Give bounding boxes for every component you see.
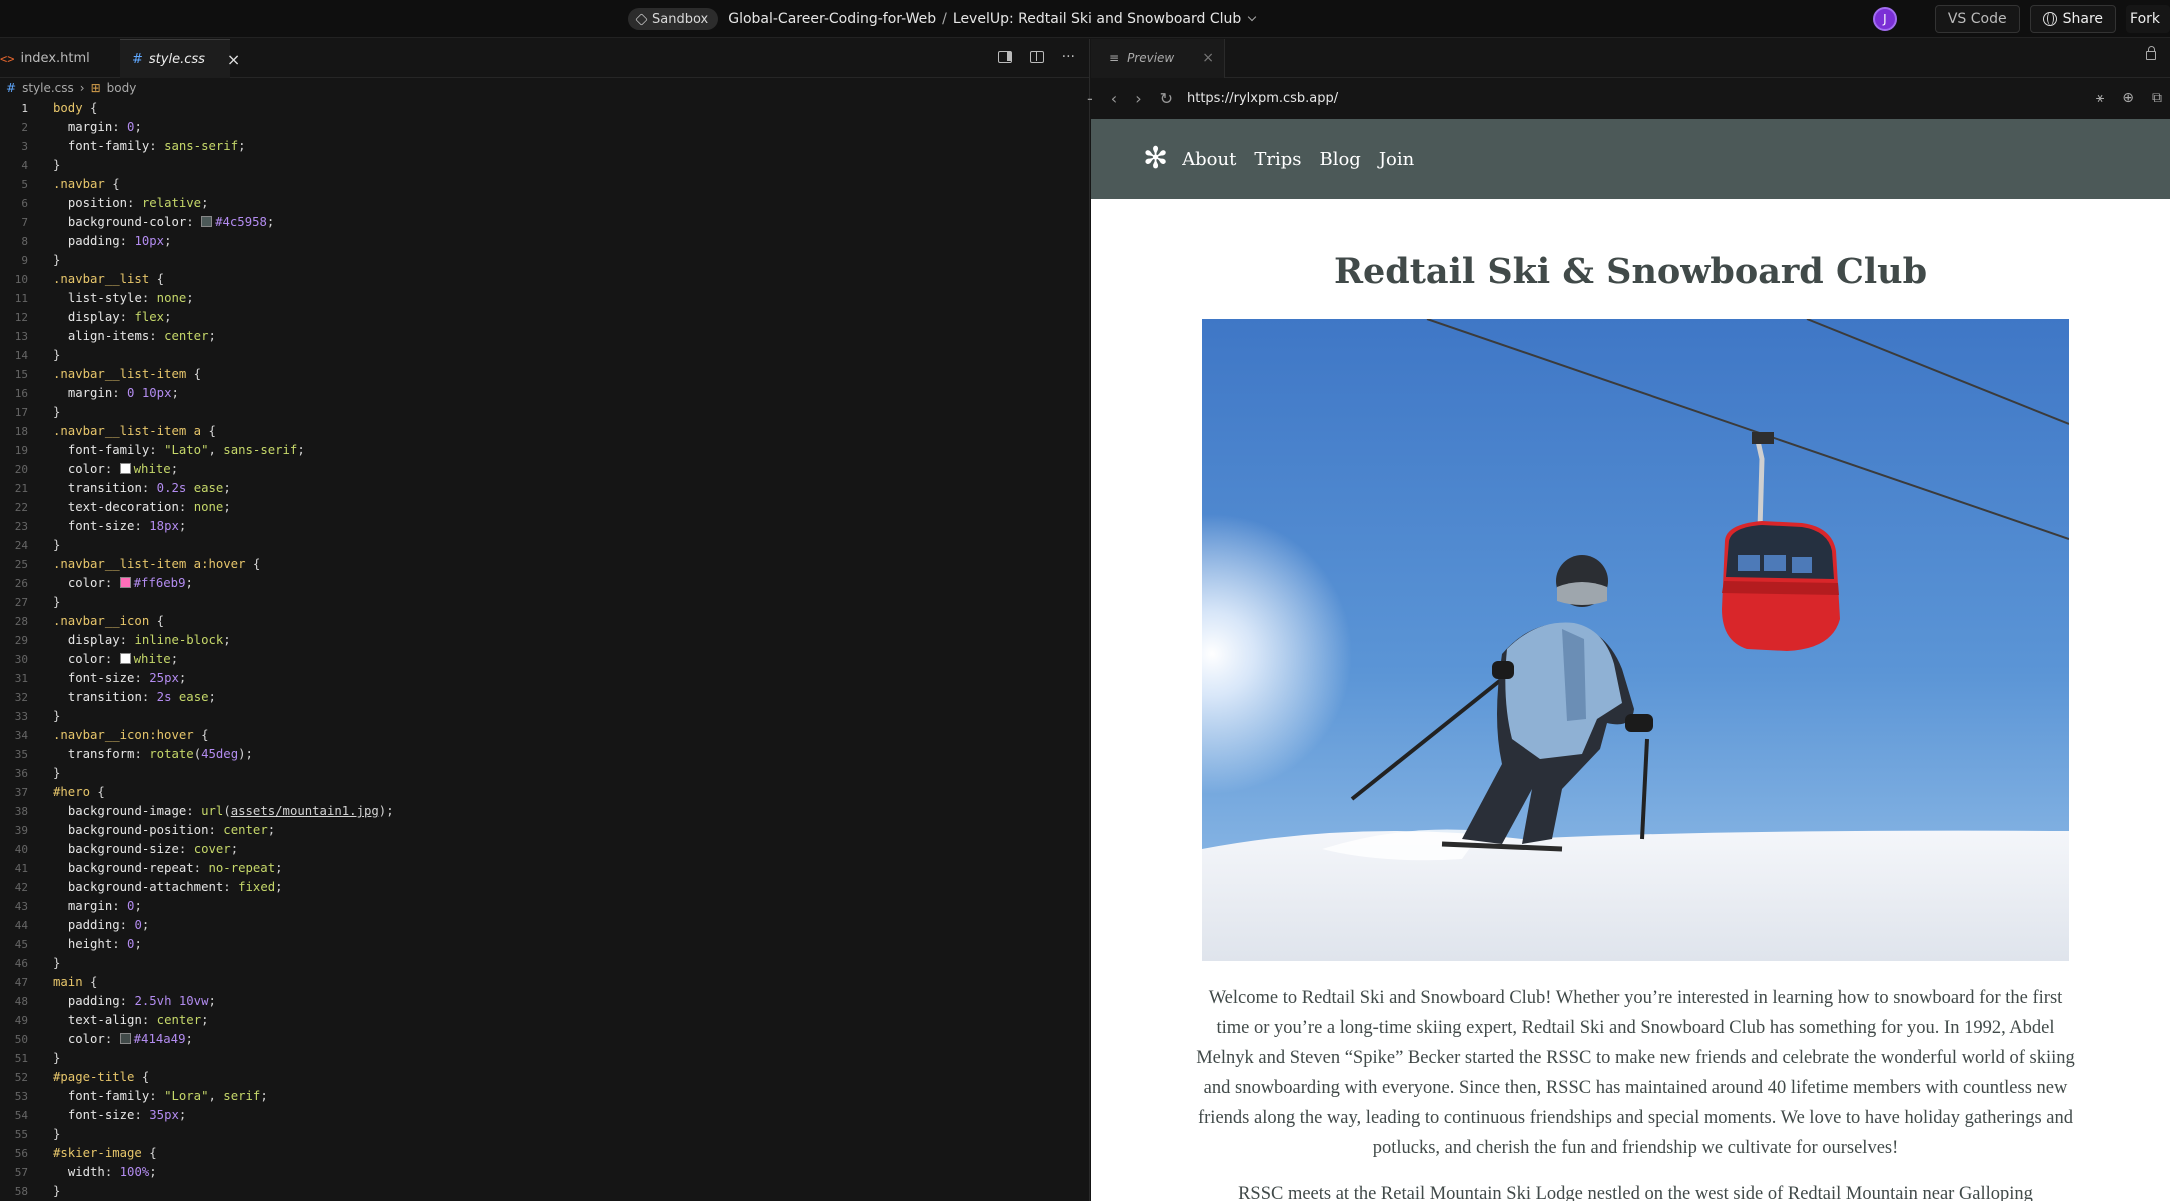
symbol-icon: ⊞ bbox=[90, 81, 101, 95]
breadcrumb-symbol[interactable]: body bbox=[107, 81, 137, 95]
intro-paragraph: Welcome to Redtail Ski and Snowboard Clu… bbox=[1196, 988, 2075, 1158]
tab-style-css[interactable]: # style.css × bbox=[120, 39, 240, 78]
snowflake-icon[interactable]: ✻ bbox=[1143, 144, 1168, 174]
css-file-icon: # bbox=[132, 51, 143, 67]
breadcrumb-file[interactable]: style.css bbox=[22, 81, 74, 95]
top-bar: Sandbox Global-Career-Coding-for-Web / L… bbox=[0, 0, 2170, 38]
close-icon[interactable]: × bbox=[1202, 50, 1214, 66]
tab-label: style.css bbox=[148, 51, 205, 67]
lock-icon[interactable] bbox=[2146, 46, 2156, 60]
nav-link-join[interactable]: Join bbox=[1379, 149, 1414, 170]
tab-index-html[interactable]: <> index.html bbox=[0, 39, 120, 78]
sandbox-label: Sandbox bbox=[652, 11, 709, 27]
inspect-icon[interactable]: ⊕ bbox=[2122, 90, 2134, 106]
nav-link-blog[interactable]: Blog bbox=[1319, 149, 1360, 170]
close-icon[interactable]: × bbox=[227, 50, 240, 69]
address-bar: - ‹ › ↻ https://rylxpm.csb.app/ ⚹ ⊕ ⧉ bbox=[1087, 78, 2170, 119]
skier-image bbox=[1202, 319, 2069, 961]
chevron-down-icon[interactable] bbox=[1248, 12, 1257, 22]
vscode-button[interactable]: VS Code bbox=[1934, 5, 2020, 33]
avatar[interactable]: J bbox=[1872, 7, 1897, 31]
url-input[interactable]: https://rylxpm.csb.app/ bbox=[1187, 91, 1338, 106]
preview-pane: ≡ Preview × - ‹ › ↻ https://rylxpm.csb.a… bbox=[1087, 38, 2170, 1201]
tab-label: index.html bbox=[20, 51, 90, 66]
back-icon[interactable]: ‹ bbox=[1111, 89, 1117, 108]
site-navbar: ✻ About Trips Blog Join bbox=[1091, 119, 2170, 199]
editor-tabs: <> index.html # style.css × ··· bbox=[0, 39, 1089, 78]
share-label: Share bbox=[2062, 11, 2104, 27]
tab-preview[interactable]: ≡ Preview × bbox=[1091, 38, 1225, 78]
code-editor: <> index.html # style.css × ··· # style.… bbox=[0, 39, 1090, 1201]
preview-tab-label: Preview bbox=[1127, 51, 1175, 65]
magic-icon[interactable]: ⚹ bbox=[2096, 90, 2104, 106]
rendered-site: ✻ About Trips Blog Join Redtail Ski & Sn… bbox=[1091, 119, 2170, 1201]
share-button[interactable]: Share bbox=[2029, 5, 2117, 33]
code-area[interactable]: 1 body { 2 margin: 0; 3 font-family: sans… bbox=[0, 99, 1090, 1201]
project-breadcrumb: Sandbox Global-Career-Coding-for-Web / L… bbox=[628, 8, 1257, 30]
nav-link-about[interactable]: About bbox=[1182, 149, 1236, 170]
open-external-icon[interactable]: ⧉ bbox=[2152, 90, 2162, 106]
forward-icon[interactable]: › bbox=[1135, 89, 1141, 108]
page-title: Redtail Ski & Snowboard Club bbox=[1333, 251, 1928, 292]
collapse-icon[interactable]: - bbox=[1087, 89, 1093, 108]
globe-icon bbox=[2042, 12, 2057, 26]
workspace-link[interactable]: Global-Career-Coding-for-Web bbox=[728, 11, 936, 27]
nav-link-trips[interactable]: Trips bbox=[1254, 149, 1301, 170]
fork-button[interactable]: Fork bbox=[2126, 5, 2170, 33]
preview-icon: ≡ bbox=[1109, 51, 1120, 65]
breadcrumb: # style.css › ⊞ body bbox=[0, 78, 1089, 98]
location-paragraph: RSSC meets at the Retail Mountain Ski Lo… bbox=[1238, 1184, 2033, 1201]
sandbox-badge[interactable]: Sandbox bbox=[628, 8, 719, 30]
css-file-icon: # bbox=[6, 81, 17, 95]
split-editor-icon[interactable] bbox=[1029, 51, 1044, 63]
cube-icon bbox=[635, 12, 648, 26]
chevron-right-icon: › bbox=[79, 81, 85, 95]
breadcrumb-separator: / bbox=[942, 11, 947, 27]
more-icon[interactable]: ··· bbox=[1062, 49, 1075, 65]
html-file-icon: <> bbox=[0, 51, 15, 66]
refresh-icon[interactable]: ↻ bbox=[1160, 89, 1173, 108]
toggle-sidebar-icon[interactable] bbox=[997, 51, 1012, 63]
project-name[interactable]: LevelUp: Redtail Ski and Snowboard Club bbox=[953, 11, 1241, 27]
